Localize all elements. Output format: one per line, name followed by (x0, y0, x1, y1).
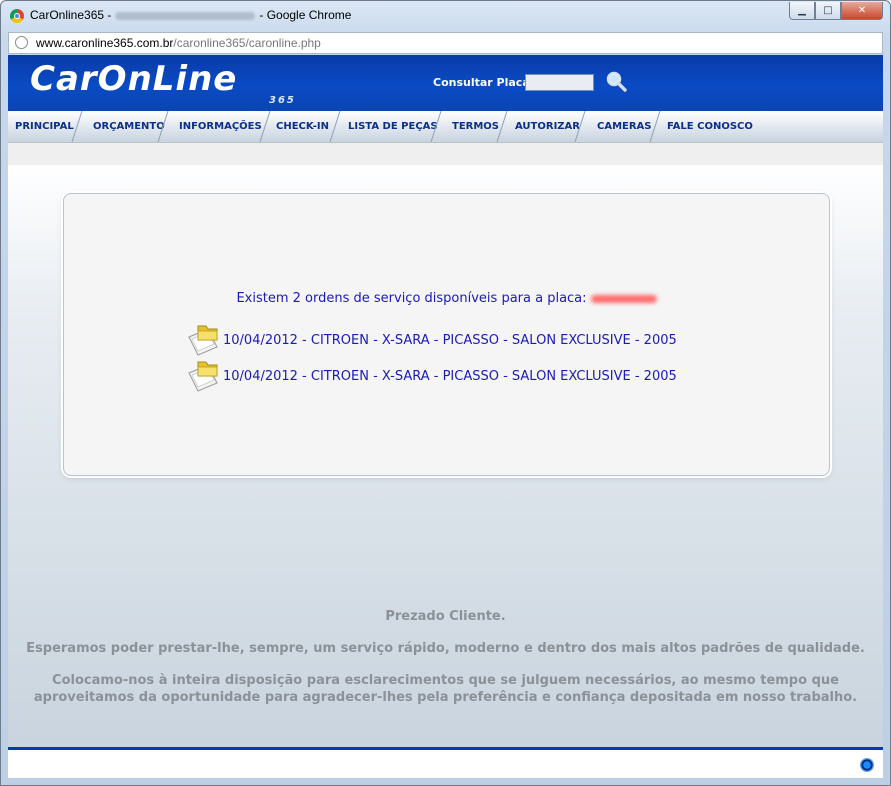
url-path: /caronline365/caronline.php (173, 36, 321, 50)
maximize-button[interactable]: □ (815, 2, 841, 20)
nav-principal[interactable]: PRINCIPAL (15, 111, 74, 142)
window-controls: ▁ □ ✕ (789, 2, 883, 20)
plate-search-label: Consultar Placa (433, 76, 530, 89)
footer-line-2a: Colocamo-nos à inteira disposição para e… (52, 673, 839, 688)
window-title: CarOnline365 - - Google Chrome (30, 8, 351, 22)
browser-window: CarOnline365 - - Google Chrome ▁ □ ✕ www.… (0, 0, 891, 786)
site-logo[interactable]: CarOnLine (30, 59, 237, 99)
status-indicator-icon (860, 758, 874, 772)
window-title-suffix: - Google Chrome (259, 8, 352, 22)
site-header: CarOnLine 365 Consultar Placa (8, 55, 883, 111)
chrome-icon (10, 9, 24, 23)
url-text[interactable]: www.caronline365.com.br/caronline365/car… (36, 36, 321, 50)
document-folder-icon (188, 325, 218, 356)
service-orders-panel: Existem 2 ordens de serviço disponíveis … (63, 193, 830, 476)
nav-separator (259, 111, 271, 142)
nav-fale-conosco[interactable]: FALE CONOSCO (667, 111, 753, 142)
window-title-prefix: CarOnline365 - (30, 8, 112, 22)
minimize-button[interactable]: ▁ (789, 2, 815, 20)
document-folder-icon (188, 361, 218, 392)
orders-message-text: Existem 2 ordens de serviço disponíveis … (236, 291, 587, 306)
nav-separator (496, 111, 508, 142)
service-order-item[interactable]: 10/04/2012 - CITROEN - X-SARA - PICASSO … (186, 323, 677, 357)
nav-lista-de-pecas[interactable]: LISTA DE PEÇAS (348, 111, 438, 142)
redacted-plate (590, 294, 657, 303)
nav-termos[interactable]: TERMOS (452, 111, 499, 142)
service-order-link[interactable]: 10/04/2012 - CITROEN - X-SARA - PICASSO … (223, 369, 677, 384)
footer-greeting: Prezado Cliente. (385, 609, 506, 624)
sub-bar (8, 143, 883, 165)
service-order-item[interactable]: 10/04/2012 - CITROEN - X-SARA - PICASSO … (186, 359, 677, 393)
address-bar[interactable]: www.caronline365.com.br/caronline365/car… (8, 32, 883, 54)
search-icon[interactable] (605, 70, 627, 92)
nav-separator (574, 111, 586, 142)
title-bar: CarOnline365 - - Google Chrome ▁ □ ✕ (1, 1, 890, 31)
bottom-bar (8, 747, 883, 778)
page-content: CarOnLine 365 Consultar Placa PRINCIPAL … (8, 55, 883, 778)
plate-search-input[interactable] (525, 74, 594, 91)
orders-message: Existem 2 ordens de serviço disponíveis … (64, 291, 829, 306)
url-host: www.caronline365.com.br (36, 36, 174, 50)
nav-separator (157, 111, 169, 142)
globe-icon (15, 36, 28, 49)
nav-separator (430, 111, 442, 142)
close-button[interactable]: ✕ (841, 2, 883, 20)
nav-cameras[interactable]: CAMERAS (597, 111, 652, 142)
footer-line-2b: aproveitamos da oportunidade para agrade… (33, 690, 858, 705)
nav-orcamento[interactable]: ORÇAMENTO (93, 111, 165, 142)
main-nav: PRINCIPAL ORÇAMENTO INFORMAÇÕES CHECK-IN… (8, 111, 883, 143)
nav-informacoes[interactable]: INFORMAÇÕES (179, 111, 262, 142)
service-order-link[interactable]: 10/04/2012 - CITROEN - X-SARA - PICASSO … (223, 333, 677, 348)
site-logo-sub: 365 (269, 95, 296, 106)
nav-autorizar[interactable]: AUTORIZAR (515, 111, 580, 142)
nav-separator (71, 111, 83, 142)
footer-line-1: Esperamos poder prestar-lhe, sempre, um … (26, 641, 865, 656)
redacted-title (115, 11, 256, 20)
nav-separator (649, 111, 661, 142)
nav-separator (329, 111, 341, 142)
nav-check-in[interactable]: CHECK-IN (276, 111, 329, 142)
